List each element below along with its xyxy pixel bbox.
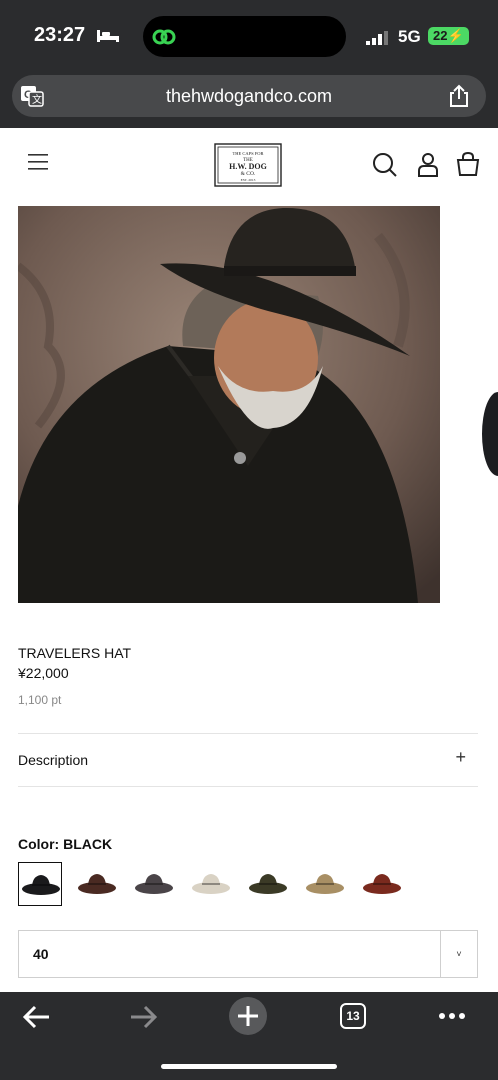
cart-icon[interactable] (456, 151, 480, 177)
link-activity-icon (152, 29, 176, 45)
url-text[interactable]: thehwdogandco.com (12, 86, 486, 107)
product-photo[interactable] (18, 206, 440, 603)
back-arrow-icon[interactable] (22, 1004, 52, 1030)
signal-icon (366, 31, 388, 45)
network-type: 5G (398, 27, 421, 46)
size-select[interactable]: 40 ˅ (18, 930, 478, 978)
account-icon[interactable] (416, 152, 440, 178)
size-value: 40 (33, 946, 49, 962)
color-swatches (18, 862, 488, 908)
svg-text:H.W. DOG: H.W. DOG (229, 162, 267, 171)
color-swatch-black[interactable] (18, 862, 62, 906)
address-bar[interactable]: G 文 thehwdogandco.com (12, 75, 486, 117)
svg-text:& CO.: & CO. (241, 171, 256, 177)
color-swatch-red[interactable] (360, 862, 404, 906)
product-title: TRAVELERS HAT (18, 645, 132, 661)
battery-indicator: 22⚡ (428, 27, 469, 45)
next-product-photo-peek[interactable] (452, 206, 498, 603)
product-price: ¥22,000 (18, 665, 69, 681)
hat-icon (22, 875, 60, 895)
hat-icon (192, 874, 230, 894)
home-indicator (161, 1064, 337, 1069)
svg-text:EST. 2013: EST. 2013 (241, 178, 256, 182)
status-time: 23:27 (34, 24, 86, 46)
status-bar: 23:27 5G 22⚡ (0, 0, 498, 72)
site-header: THE CAPS FOR THE H.W. DOG & CO. EST. 201… (0, 128, 498, 203)
hamburger-menu-icon[interactable] (28, 152, 50, 172)
color-swatch-ivory[interactable] (189, 862, 233, 906)
hat-icon (78, 874, 116, 894)
dynamic-island (143, 16, 346, 57)
svg-text:THE CAPS FOR: THE CAPS FOR (232, 151, 263, 156)
site-logo[interactable]: THE CAPS FOR THE H.W. DOG & CO. EST. 201… (214, 143, 282, 187)
hat-icon (363, 874, 401, 894)
color-swatch-olive[interactable] (246, 862, 290, 906)
more-options-icon[interactable] (438, 1012, 466, 1020)
search-icon[interactable] (372, 152, 398, 178)
color-swatch-tan[interactable] (303, 862, 347, 906)
description-accordion[interactable]: Description + (18, 733, 478, 786)
divider (18, 786, 478, 787)
share-icon[interactable] (448, 84, 470, 108)
chevron-down-icon[interactable]: ˅ (440, 931, 477, 977)
tabs-count: 13 (346, 1009, 360, 1023)
forward-arrow-icon[interactable] (128, 1004, 158, 1030)
hat-icon (306, 874, 344, 894)
expand-plus-icon[interactable]: + (455, 747, 466, 768)
color-swatch-charcoal[interactable] (132, 862, 176, 906)
color-label: Color: BLACK (18, 836, 113, 852)
tabs-count-button[interactable]: 13 (340, 1003, 366, 1029)
sleep-focus-icon (97, 30, 119, 42)
color-swatch-brown[interactable] (75, 862, 119, 906)
battery-level: 22 (433, 28, 448, 43)
reward-points: 1,100 pt (18, 693, 62, 707)
browser-address-area: G 文 thehwdogandco.com (0, 72, 498, 128)
new-tab-plus-icon[interactable] (228, 996, 268, 1036)
hat-icon (249, 874, 287, 894)
hat-icon (135, 874, 173, 894)
description-label: Description (18, 752, 89, 768)
